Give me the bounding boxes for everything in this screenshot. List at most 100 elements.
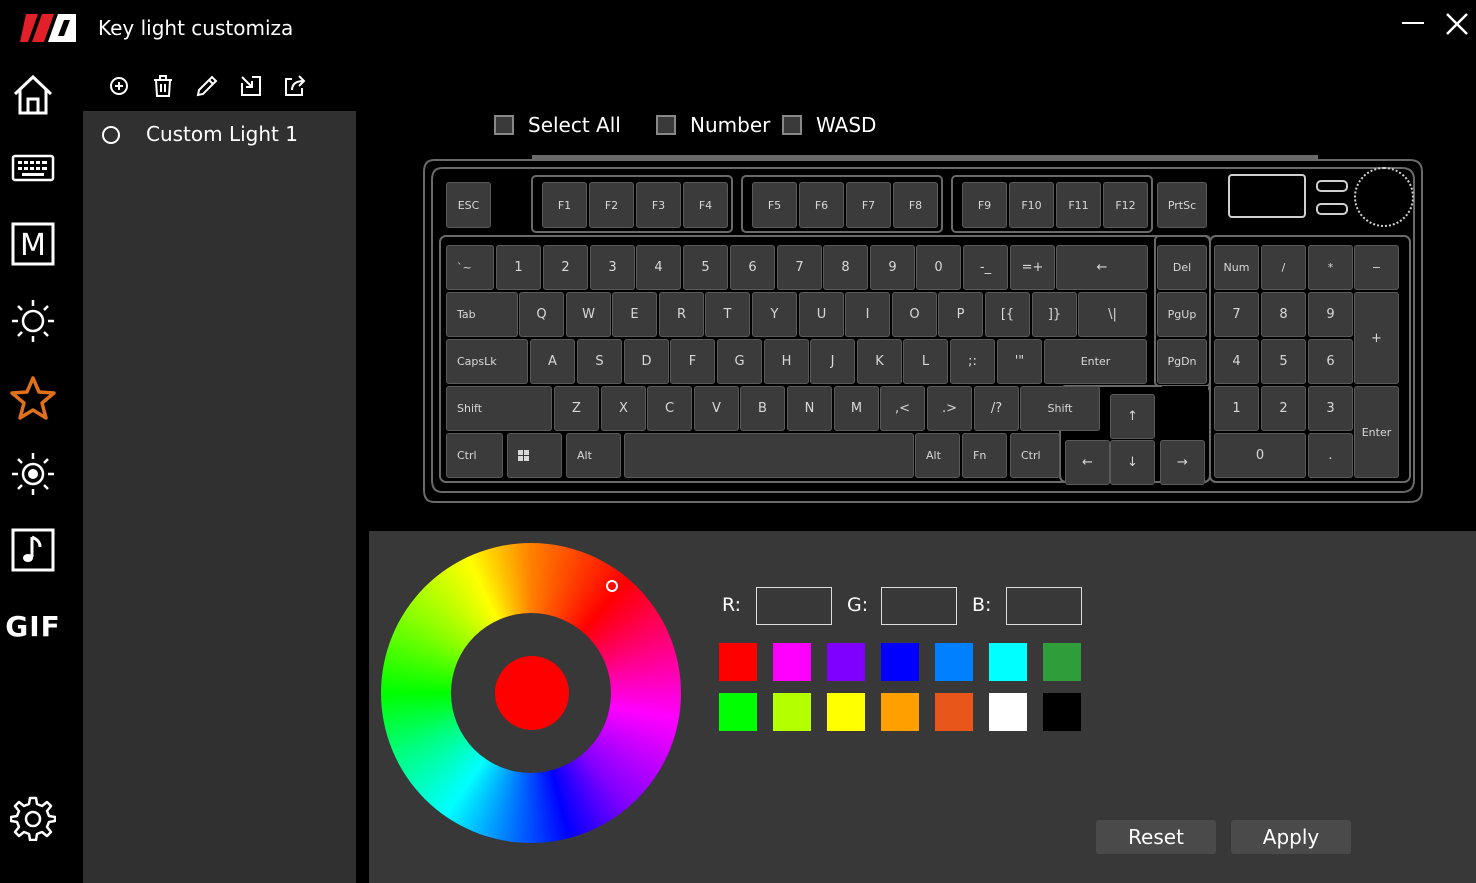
key[interactable]: .>	[927, 386, 972, 431]
nav-music[interactable]	[8, 525, 58, 575]
select-all-box[interactable]	[494, 115, 514, 135]
key[interactable]: Enter	[1354, 386, 1399, 478]
key[interactable]: G	[717, 339, 762, 384]
apply-button[interactable]: Apply	[1231, 820, 1351, 854]
number-checkbox[interactable]: Number	[656, 112, 770, 138]
key[interactable]: `~	[446, 245, 494, 290]
key[interactable]: C	[647, 386, 692, 431]
r-input[interactable]	[756, 587, 832, 625]
key[interactable]: *	[1308, 245, 1353, 290]
key[interactable]: K	[857, 339, 902, 384]
key[interactable]: Shift	[446, 386, 552, 431]
import-profile-button[interactable]	[238, 73, 268, 103]
key[interactable]: F2	[589, 182, 634, 228]
key[interactable]: 1	[1214, 386, 1259, 431]
key[interactable]: +	[1354, 292, 1399, 384]
color-swatch[interactable]	[881, 693, 919, 731]
nav-home[interactable]	[8, 70, 58, 120]
color-swatch[interactable]	[989, 643, 1027, 681]
key[interactable]: Ctrl	[1010, 433, 1060, 478]
key[interactable]: [{	[985, 292, 1030, 337]
color-swatch[interactable]	[1043, 643, 1081, 681]
key[interactable]: Ctrl	[446, 433, 503, 478]
key[interactable]: 0	[1214, 433, 1306, 478]
color-swatch[interactable]	[935, 693, 973, 731]
key[interactable]: PgUp	[1157, 292, 1207, 337]
add-profile-button[interactable]	[106, 73, 136, 103]
key[interactable]: 6	[730, 245, 775, 290]
key[interactable]: 4	[1214, 339, 1259, 384]
color-swatch[interactable]	[1043, 693, 1081, 731]
key[interactable]: N	[787, 386, 832, 431]
color-swatch[interactable]	[719, 693, 757, 731]
color-swatch[interactable]	[881, 643, 919, 681]
key[interactable]: E	[612, 292, 657, 337]
key[interactable]: 9	[1308, 292, 1353, 337]
color-swatch[interactable]	[773, 643, 811, 681]
key[interactable]: /?	[974, 386, 1019, 431]
key[interactable]: L	[903, 339, 948, 384]
key[interactable]: V	[694, 386, 739, 431]
key[interactable]: ↓	[1110, 440, 1155, 485]
key[interactable]: 0	[916, 245, 961, 290]
color-swatch[interactable]	[719, 643, 757, 681]
key[interactable]: →	[1160, 440, 1205, 485]
number-box[interactable]	[656, 115, 676, 135]
key[interactable]: ,<	[880, 386, 925, 431]
key[interactable]: Y	[752, 292, 797, 337]
key[interactable]: X	[601, 386, 646, 431]
key[interactable]: 3	[1308, 386, 1353, 431]
select-all-checkbox[interactable]: Select All	[494, 112, 621, 138]
key[interactable]: PrtSc	[1157, 182, 1207, 228]
export-profile-button[interactable]	[282, 73, 312, 103]
key[interactable]: F1	[542, 182, 587, 228]
key[interactable]: ;:	[950, 339, 995, 384]
key[interactable]: Q	[519, 292, 564, 337]
key[interactable]: ]}	[1032, 292, 1077, 337]
key[interactable]: O	[892, 292, 937, 337]
key[interactable]: M	[834, 386, 879, 431]
key[interactable]: Fn	[962, 433, 1007, 478]
key[interactable]: ESC	[446, 182, 491, 228]
key[interactable]: 8	[823, 245, 868, 290]
key[interactable]: 2	[1261, 386, 1306, 431]
key[interactable]: 8	[1261, 292, 1306, 337]
volume-knob[interactable]	[1354, 167, 1414, 227]
key[interactable]: =+	[1010, 245, 1055, 290]
key[interactable]: Z	[554, 386, 599, 431]
key[interactable]: 1	[496, 245, 541, 290]
color-swatch[interactable]	[989, 693, 1027, 731]
nav-keyboard[interactable]	[8, 143, 58, 193]
key[interactable]: Del	[1157, 245, 1207, 290]
key[interactable]: ↑	[1110, 394, 1155, 439]
key[interactable]: CapsLk	[446, 339, 528, 384]
key[interactable]: F9	[962, 182, 1007, 228]
color-swatch[interactable]	[827, 693, 865, 731]
key[interactable]: P	[938, 292, 983, 337]
key[interactable]: 7	[777, 245, 822, 290]
nav-brightness[interactable]	[8, 449, 58, 499]
close-icon[interactable]	[1443, 10, 1471, 38]
color-swatch[interactable]	[935, 643, 973, 681]
key[interactable]: '"	[997, 339, 1042, 384]
key[interactable]: PgDn	[1157, 339, 1207, 384]
reset-button[interactable]: Reset	[1096, 820, 1216, 854]
key[interactable]: ←	[1065, 440, 1110, 485]
key[interactable]: −	[1354, 245, 1399, 290]
delete-profile-button[interactable]	[150, 73, 180, 103]
wasd-box[interactable]	[782, 115, 802, 135]
key[interactable]: W	[566, 292, 611, 337]
key[interactable]: F11	[1056, 182, 1101, 228]
minimize-icon[interactable]	[1400, 10, 1426, 36]
b-input[interactable]	[1006, 587, 1082, 625]
key[interactable]: F7	[846, 182, 891, 228]
media-button-bottom[interactable]	[1316, 203, 1348, 215]
key[interactable]: Alt	[915, 433, 960, 478]
nav-macro[interactable]: M	[8, 219, 58, 269]
key[interactable]: I	[845, 292, 890, 337]
key[interactable]: 7	[1214, 292, 1259, 337]
key[interactable]: A	[530, 339, 575, 384]
key[interactable]: F	[670, 339, 715, 384]
key[interactable]: 9	[870, 245, 915, 290]
key[interactable]: Alt	[566, 433, 621, 478]
